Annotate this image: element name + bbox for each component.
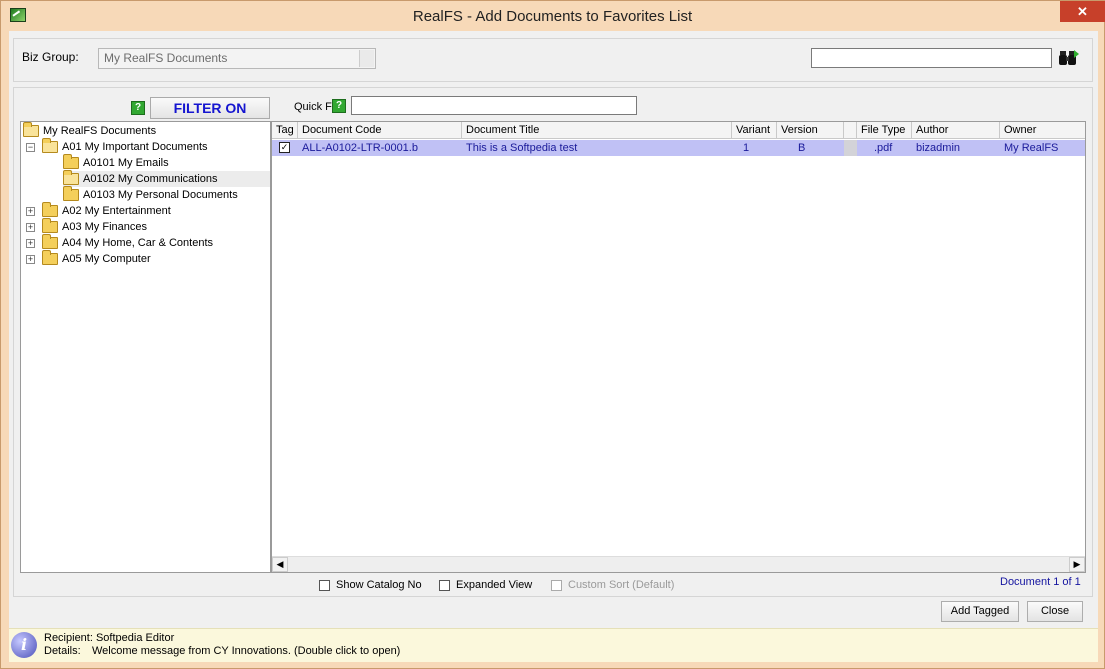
quick-filter-label: Quick Fi <box>294 101 335 113</box>
status-details[interactable]: Welcome message from CY Innovations. (Do… <box>92 645 400 657</box>
biz-group-value: My RealFS Documents <box>104 51 228 65</box>
folder-icon <box>63 154 79 169</box>
status-recipient: Recipient: Softpedia Editor <box>44 632 175 644</box>
tree-item-a0101[interactable]: A0101 My Emails <box>63 154 169 171</box>
tree-item-label: A03 My Finances <box>62 221 147 233</box>
tree-item-label: A0103 My Personal Documents <box>83 189 238 201</box>
grid-header: Tag Document Code Document Title Variant… <box>272 122 1085 139</box>
cell-owner: My RealFS <box>1004 142 1059 154</box>
status-bar[interactable]: i Recipient: Softpedia Editor Details: W… <box>9 628 1098 662</box>
expand-icon[interactable]: + <box>26 222 35 232</box>
biz-group-select[interactable]: My RealFS Documents <box>98 48 376 69</box>
chevron-down-icon[interactable] <box>359 50 374 67</box>
title-bar[interactable]: RealFS - Add Documents to Favorites List… <box>1 1 1105 31</box>
tree-item-a05[interactable]: + A05 My Computer <box>26 250 151 267</box>
tree-item-label: A0102 My Communications <box>83 173 218 185</box>
client-area: Biz Group: My RealFS Documents ? FILTER … <box>9 31 1098 662</box>
tree-item-a0102[interactable]: A0102 My Communications <box>63 170 270 187</box>
filter-toggle-button[interactable]: FILTER ON <box>150 97 270 119</box>
status-details-label: Details: <box>44 645 81 657</box>
tree-item-a0103[interactable]: A0103 My Personal Documents <box>63 186 238 203</box>
folder-tree[interactable]: My RealFS Documents − A01 My Important D… <box>20 121 271 573</box>
table-row[interactable]: ✓ ALL-A0102-LTR-0001.b This is a Softped… <box>272 140 1085 156</box>
tree-item-a01[interactable]: − A01 My Important Documents <box>26 138 208 155</box>
expanded-view-option[interactable]: Expanded View <box>439 579 532 591</box>
tree-root[interactable]: My RealFS Documents <box>23 122 157 139</box>
custom-sort-label: Custom Sort (Default) <box>568 579 675 591</box>
documents-grid[interactable]: Tag Document Code Document Title Variant… <box>271 121 1086 573</box>
window: RealFS - Add Documents to Favorites List… <box>0 0 1105 669</box>
column-header-version[interactable]: Version <box>777 122 844 139</box>
cell-document-code: ALL-A0102-LTR-0001.b <box>302 142 418 154</box>
cell-document-title: This is a Softpedia test <box>466 142 578 154</box>
show-catalog-label: Show Catalog No <box>336 579 422 591</box>
folder-icon <box>63 186 79 201</box>
scroll-right-icon[interactable]: ▶ <box>1069 557 1085 572</box>
folder-icon <box>42 202 58 217</box>
cell-version: B <box>798 142 806 154</box>
quick-filter-input[interactable] <box>351 96 637 115</box>
cell-blank <box>844 140 857 156</box>
close-button[interactable]: Close <box>1027 601 1083 622</box>
expanded-view-checkbox[interactable] <box>439 579 450 591</box>
tree-item-label: My RealFS Documents <box>43 125 157 137</box>
column-header-owner[interactable]: Owner <box>1000 122 1085 139</box>
tree-item-a04[interactable]: + A04 My Home, Car & Contents <box>26 234 214 251</box>
folder-icon <box>42 218 58 233</box>
column-header-author[interactable]: Author <box>912 122 1000 139</box>
quick-filter-help-icon[interactable]: ? <box>332 99 346 113</box>
cell-author: bizadmin <box>916 142 961 154</box>
folder-open-icon <box>42 138 58 153</box>
horizontal-scrollbar[interactable]: ◀ ▶ <box>272 556 1085 572</box>
folder-icon <box>42 250 58 265</box>
biz-group-bar: Biz Group: My RealFS Documents <box>13 38 1093 82</box>
search-input[interactable] <box>811 48 1052 68</box>
folder-icon <box>42 234 58 249</box>
column-header-document-title[interactable]: Document Title <box>462 122 732 139</box>
show-catalog-checkbox[interactable] <box>319 579 330 591</box>
cell-file-type: .pdf <box>874 142 893 154</box>
window-title: RealFS - Add Documents to Favorites List <box>412 8 693 25</box>
tree-item-label: A02 My Entertainment <box>62 205 171 217</box>
main-panel: ? FILTER ON Quick Fi ? My RealFS Documen… <box>13 87 1093 597</box>
show-catalog-option[interactable]: Show Catalog No <box>319 579 422 591</box>
close-window-button[interactable]: ✕ <box>1060 1 1105 22</box>
tree-item-a02[interactable]: + A02 My Entertainment <box>26 202 171 219</box>
column-header-file-type[interactable]: File Type <box>857 122 912 139</box>
biz-group-label: Biz Group: <box>22 50 79 64</box>
tag-checkbox[interactable]: ✓ <box>279 142 290 153</box>
binoculars-icon[interactable] <box>1058 47 1080 69</box>
info-icon: i <box>11 632 37 658</box>
tree-item-label: A0101 My Emails <box>83 157 169 169</box>
folder-open-icon <box>23 122 39 137</box>
folder-open-icon <box>63 170 79 185</box>
scroll-left-icon[interactable]: ◀ <box>272 557 288 572</box>
document-count: Document 1 of 1 <box>1000 576 1081 588</box>
add-tagged-button[interactable]: Add Tagged <box>941 601 1019 622</box>
expanded-view-label: Expanded View <box>456 579 533 591</box>
custom-sort-option: Custom Sort (Default) <box>551 579 674 591</box>
custom-sort-checkbox <box>551 579 562 591</box>
expand-icon[interactable]: + <box>26 254 35 264</box>
expand-icon[interactable]: + <box>26 206 35 216</box>
column-header-tag[interactable]: Tag <box>272 122 298 139</box>
expand-icon[interactable]: + <box>26 238 35 248</box>
help-icon[interactable]: ? <box>131 101 145 115</box>
tree-item-label: A05 My Computer <box>62 253 151 265</box>
column-header-document-code[interactable]: Document Code <box>298 122 462 139</box>
tree-item-a03[interactable]: + A03 My Finances <box>26 218 147 235</box>
column-header-variant[interactable]: Variant <box>732 122 777 139</box>
tree-item-label: A01 My Important Documents <box>62 141 208 153</box>
collapse-icon[interactable]: − <box>26 142 35 152</box>
cell-variant: 1 <box>743 142 750 154</box>
tree-item-label: A04 My Home, Car & Contents <box>62 237 214 249</box>
column-header-blank[interactable] <box>844 122 857 139</box>
